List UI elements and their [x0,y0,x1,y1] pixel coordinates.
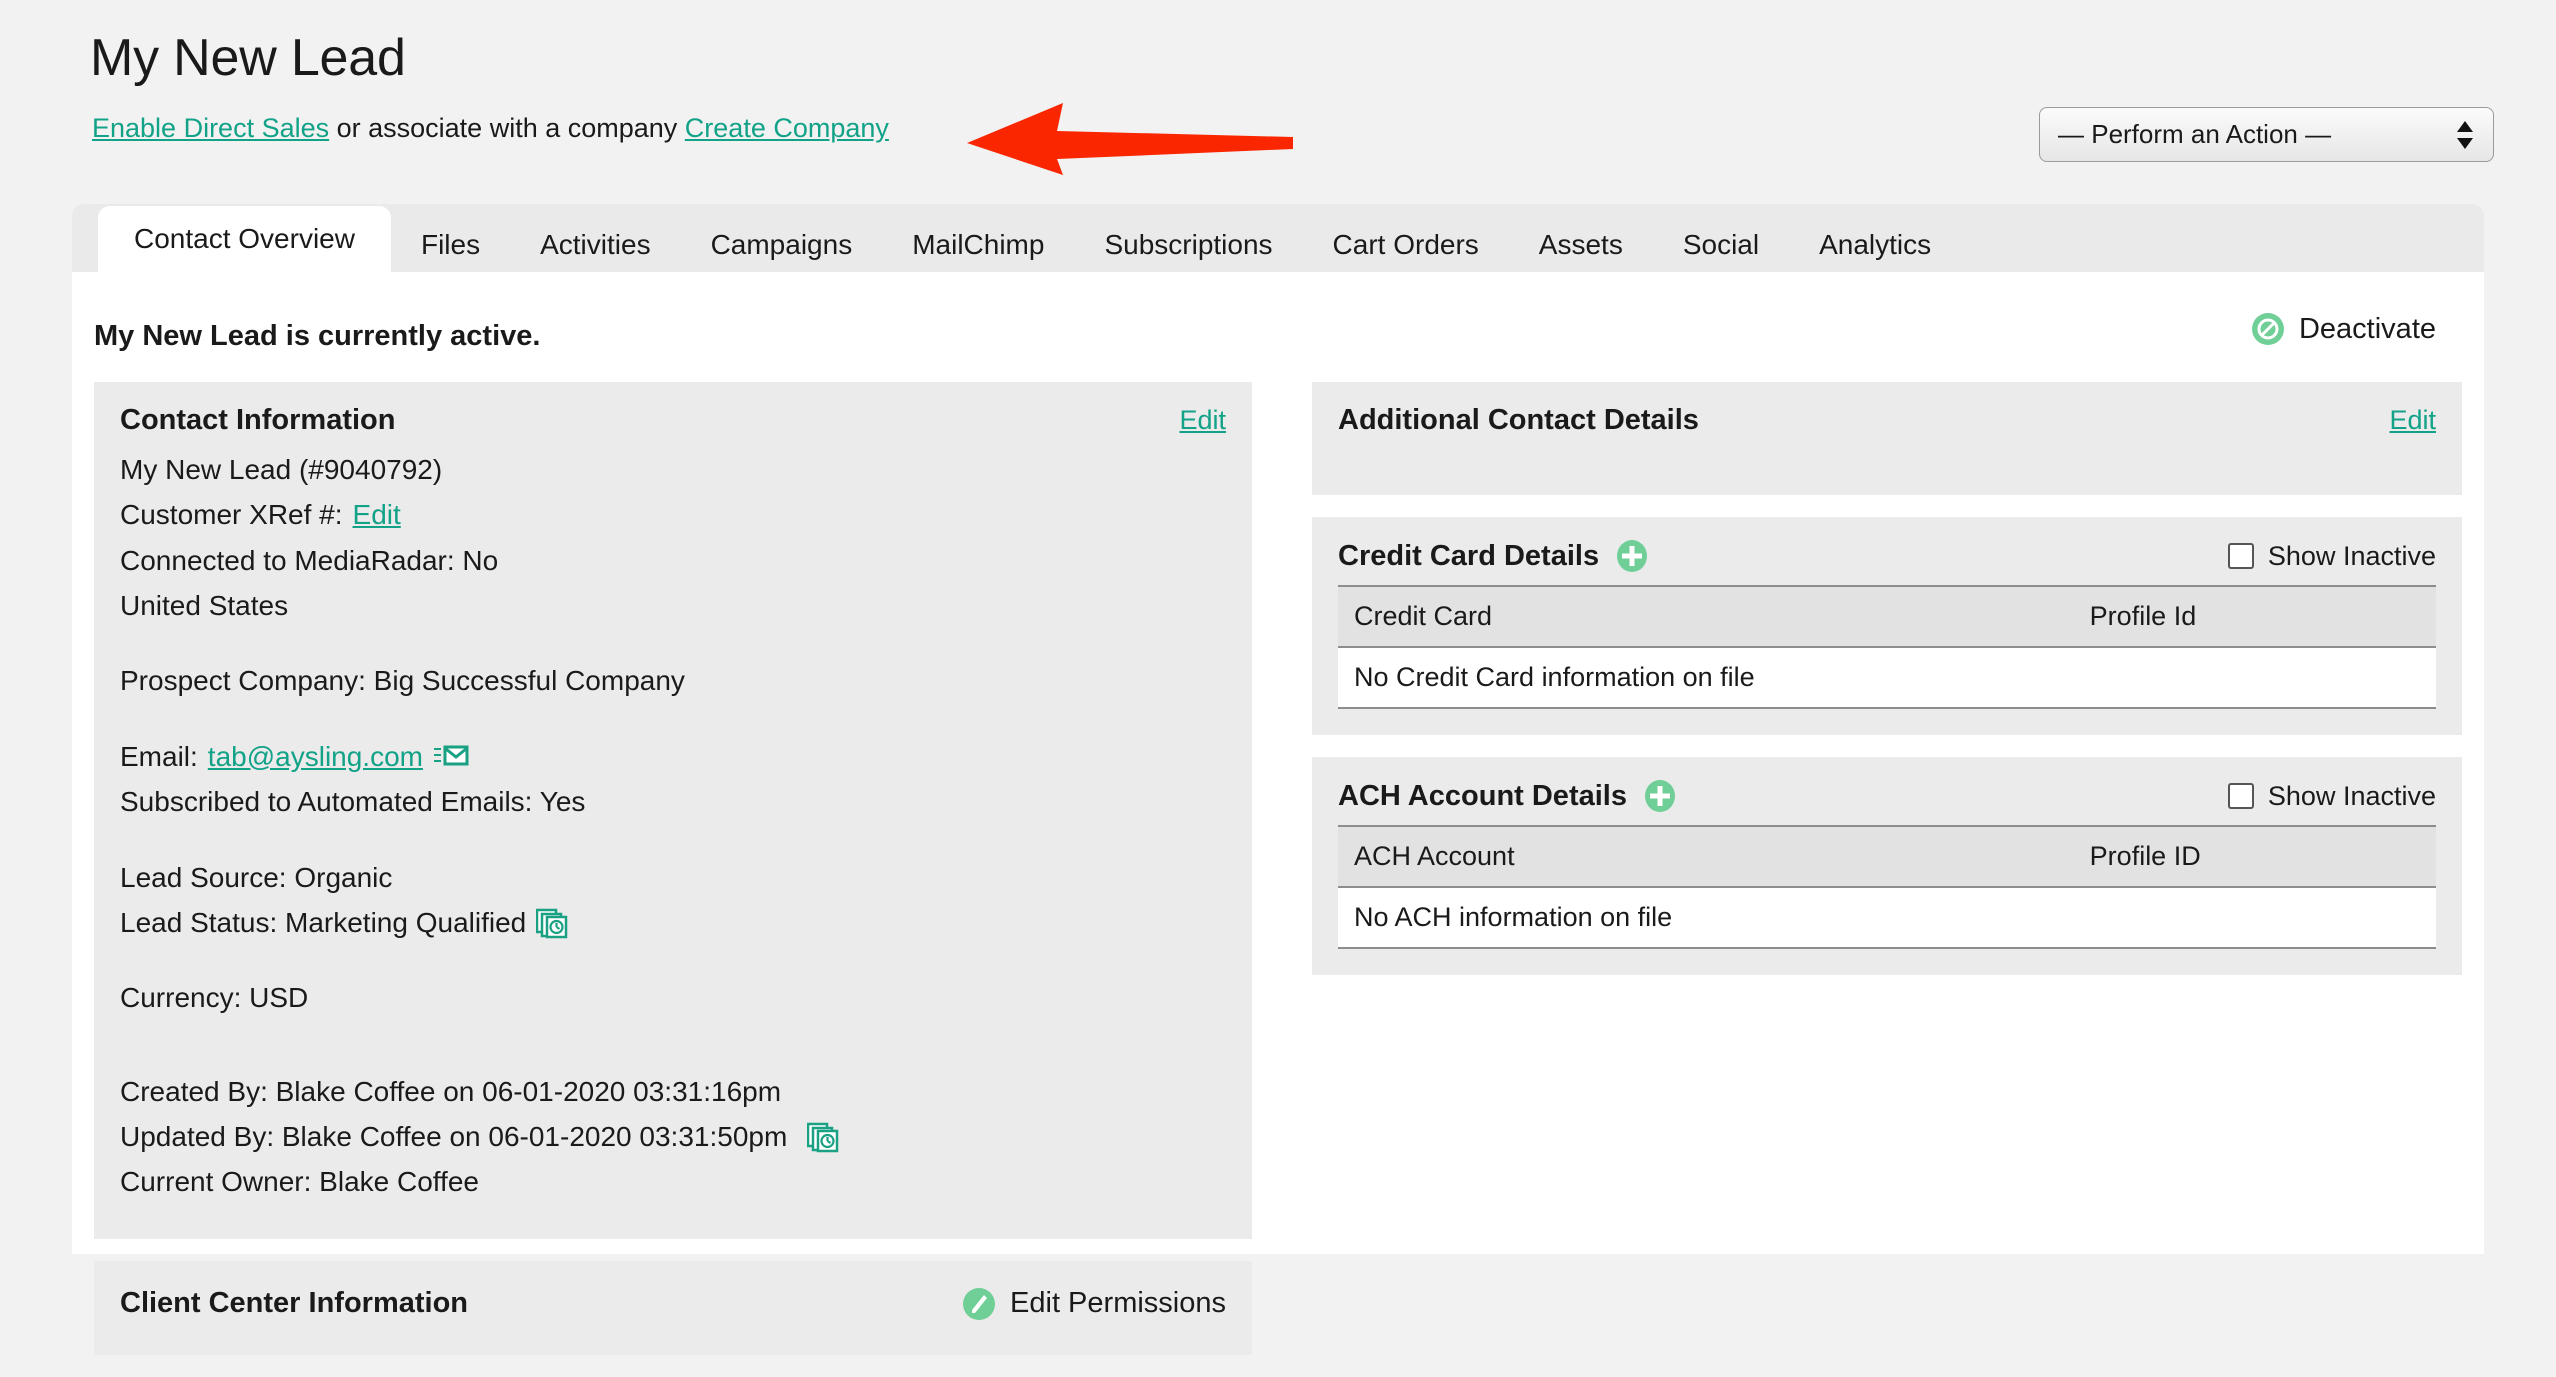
credit-card-show-inactive-label: Show Inactive [2267,540,2436,571]
page-header: My New Lead Enable Direct Sales or assoc… [0,0,2556,196]
contact-information-body: My New Lead (#9040792) Customer XRef #: … [120,447,1226,1205]
ach-account-column-header: ACH Account [1338,825,2074,888]
lead-status-line: Lead Status: Marketing Qualified [120,900,1226,945]
credit-card-details-panel: Credit Card Details Show Inactive Credit… [1312,517,2462,735]
updated-by-line: Updated By: Blake Coffee on 06-01-2020 0… [120,1114,1226,1159]
red-left-arrow-annotation [967,103,1293,175]
tab-list: Contact Overview Files Activities Campai… [72,204,1961,274]
updated-by-text: Updated By: Blake Coffee on 06-01-2020 0… [120,1120,788,1152]
created-by: Created By: Blake Coffee on 06-01-2020 0… [120,1075,782,1107]
additional-contact-details-title: Additional Contact Details [1338,404,1699,436]
ach-account-details-title: ACH Account Details [1338,779,1627,812]
tab-social[interactable]: Social [1653,216,1789,274]
perform-action-dropdown-wrapper[interactable]: — Perform an Action — [2039,107,2494,162]
record-status-text: My New Lead is currently active. [94,320,541,352]
ach-account-table: ACH Account Profile ID No ACH informatio… [1338,825,2436,949]
customer-xref-label: Customer XRef #: [120,499,343,531]
left-column: Contact Information Edit My New Lead (#9… [94,382,1252,1377]
ach-account-details-panel: ACH Account Details Show Inactive ACH Ac… [1312,757,2462,975]
mediaradar-connection: Connected to MediaRadar: No [120,544,499,576]
contact-country: United States [120,590,289,622]
pencil-circle-icon [963,1287,996,1320]
contact-information-panel: Contact Information Edit My New Lead (#9… [94,382,1252,1239]
credit-card-details-header: Credit Card Details Show Inactive [1338,539,2436,573]
customer-xref-line: Customer XRef #: Edit [120,492,1226,537]
lead-source: Lead Source: Organic [120,861,393,893]
perform-action-select[interactable]: — Perform an Action — [2039,107,2494,162]
tab-bar: Contact Overview Files Activities Campai… [72,204,2484,274]
credit-card-show-inactive-toggle[interactable]: Show Inactive [2227,540,2436,572]
contact-information-header: Contact Information Edit [120,404,1226,437]
history-stack-icon[interactable] [807,1121,839,1153]
plus-circle-icon[interactable] [1643,779,1677,813]
plus-circle-icon[interactable] [1615,539,1649,573]
contact-information-edit-link[interactable]: Edit [1179,405,1226,436]
email-label: Email: [120,740,198,772]
ach-account-details-header: ACH Account Details Show Inactive [1338,779,2436,813]
email-line: Email: tab@aysling.com [120,734,1226,779]
tab-analytics[interactable]: Analytics [1789,216,1961,274]
ach-show-inactive-checkbox[interactable] [2227,783,2254,809]
enable-direct-sales-link[interactable]: Enable Direct Sales [92,113,329,143]
credit-card-details-title-group: Credit Card Details [1338,539,1649,573]
contact-name-id: My New Lead (#9040792) [120,454,443,485]
page-title: My New Lead [90,29,406,87]
subheader-middle-text: or associate with a company [329,113,685,143]
ach-empty-message: No ACH information on file [1338,887,2436,949]
client-center-information-panel: Client Center Information Edit Permissio… [94,1260,1252,1355]
credit-card-column-header: Credit Card [1338,585,2074,648]
edit-permissions-button[interactable]: Edit Permissions [962,1287,1226,1321]
table-header-row: ACH Account Profile ID [1338,825,2436,888]
current-owner: Current Owner: Blake Coffee [120,1166,479,1198]
credit-card-table: Credit Card Profile Id No Credit Card in… [1338,585,2436,709]
edit-permissions-label: Edit Permissions [1010,1287,1226,1320]
client-center-header: Client Center Information Edit Permissio… [120,1287,1226,1321]
additional-contact-details-header: Additional Contact Details Edit [1338,404,2436,437]
tab-cart-orders[interactable]: Cart Orders [1303,216,1509,274]
right-column: Additional Contact Details Edit Credit C… [1312,382,2462,997]
credit-card-empty-message: No Credit Card information on file [1338,647,2436,709]
history-stack-icon[interactable] [536,907,568,939]
table-header-row: Credit Card Profile Id [1338,585,2436,648]
ach-account-details-title-group: ACH Account Details [1338,779,1677,813]
tab-activities[interactable]: Activities [510,216,680,274]
no-entry-icon [2251,313,2284,345]
tab-mailchimp[interactable]: MailChimp [882,216,1074,274]
currency: Currency: USD [120,982,309,1014]
tab-files[interactable]: Files [391,216,510,274]
additional-contact-details-edit-link[interactable]: Edit [2389,405,2436,436]
table-row: No Credit Card information on file [1338,647,2436,709]
tab-campaigns[interactable]: Campaigns [681,216,883,274]
content-sheet: My New Lead is currently active. Deactiv… [72,272,2484,1355]
subscribed-automated-emails: Subscribed to Automated Emails: Yes [120,786,586,818]
ach-show-inactive-toggle[interactable]: Show Inactive [2227,780,2436,812]
tab-subscriptions[interactable]: Subscriptions [1074,216,1302,274]
additional-contact-details-panel: Additional Contact Details Edit [1312,382,2462,495]
lead-status-text: Lead Status: Marketing Qualified [120,906,527,938]
subheader-line: Enable Direct Sales or associate with a … [92,113,889,144]
table-row: No ACH information on file [1338,887,2436,949]
profile-id-column-header: Profile Id [2073,585,2436,648]
tab-assets[interactable]: Assets [1509,216,1653,274]
customer-xref-edit-link[interactable]: Edit [353,492,401,537]
profile-id-column-header: Profile ID [2073,825,2436,888]
deactivate-button[interactable]: Deactivate [2251,312,2436,346]
prospect-company: Prospect Company: Big Successful Company [120,665,685,697]
deactivate-label: Deactivate [2298,312,2436,345]
ach-show-inactive-label: Show Inactive [2267,780,2436,811]
envelope-icon[interactable] [433,743,469,769]
contact-information-title: Contact Information [120,404,396,436]
credit-card-details-title: Credit Card Details [1338,539,1600,572]
client-center-title: Client Center Information [120,1287,469,1320]
create-company-link[interactable]: Create Company [685,113,889,143]
email-address-link[interactable]: tab@aysling.com [208,734,423,779]
credit-card-show-inactive-checkbox[interactable] [2227,543,2254,569]
tab-contact-overview[interactable]: Contact Overview [98,206,391,274]
